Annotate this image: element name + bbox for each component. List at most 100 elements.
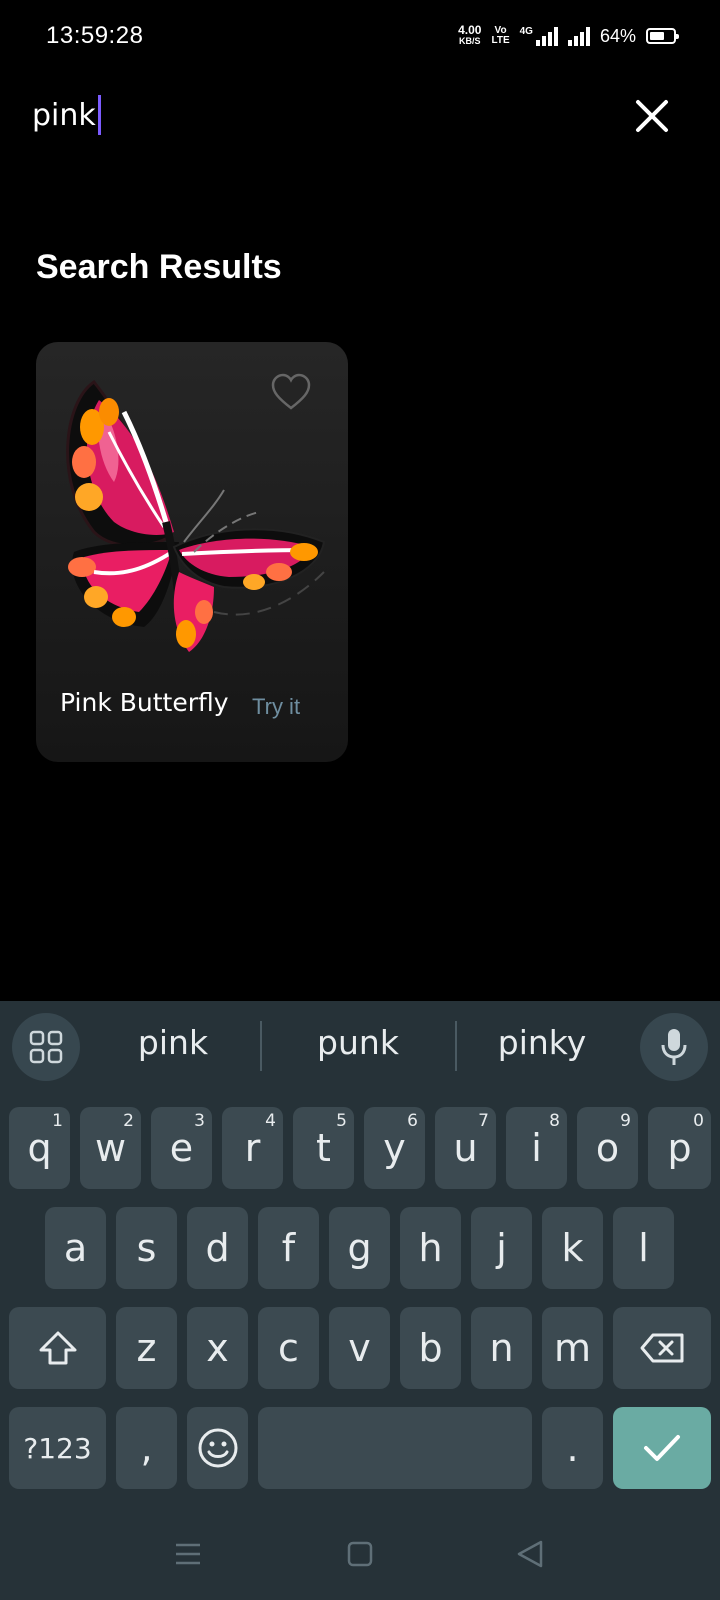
key-label: e	[169, 1126, 194, 1170]
volte-bottom: LTE	[491, 35, 510, 46]
keyboard-menu-button[interactable]	[12, 1013, 80, 1081]
shift-icon	[39, 1331, 76, 1365]
battery-icon	[646, 28, 679, 44]
key-hint: 6	[407, 1111, 418, 1131]
pink-butterfly-image	[66, 379, 326, 652]
key-i[interactable]: i8	[506, 1107, 567, 1189]
on-screen-keyboard: pink punk pinky q1 w2 e3 r4 t5 y6 u7 i8 …	[0, 1001, 720, 1600]
key-hint: 0	[693, 1111, 704, 1131]
key-d[interactable]: d	[187, 1207, 248, 1289]
key-k[interactable]: k	[542, 1207, 603, 1289]
search-results-title: Search Results	[36, 248, 282, 286]
search-bar: pink	[0, 80, 720, 152]
key-r[interactable]: r4	[222, 1107, 283, 1189]
key-a[interactable]: a	[45, 1207, 106, 1289]
key-hint: 7	[478, 1111, 489, 1131]
search-query: pink	[32, 97, 96, 133]
key-label: t	[316, 1126, 331, 1170]
system-navigation-bar	[0, 1504, 720, 1600]
period-key[interactable]: .	[542, 1407, 603, 1489]
key-label: u	[453, 1126, 478, 1170]
network-type: 4G	[519, 26, 533, 37]
menu-icon	[176, 1543, 200, 1565]
key-hint: 9	[620, 1111, 631, 1131]
back-nav-button[interactable]	[508, 1532, 552, 1576]
key-p[interactable]: p0	[648, 1107, 711, 1189]
shift-key[interactable]	[9, 1307, 106, 1389]
comma-key[interactable]: ,	[116, 1407, 177, 1489]
emoji-key[interactable]	[187, 1407, 248, 1489]
status-bar: 13:59:28 4.00 KB/S Vo LTE 4G 64%	[0, 0, 720, 72]
key-hint: 8	[549, 1111, 560, 1131]
key-z[interactable]: z	[116, 1307, 177, 1389]
volte-icon: Vo LTE	[491, 26, 509, 46]
key-b[interactable]: b	[400, 1307, 461, 1389]
battery-fill	[650, 32, 664, 40]
key-o[interactable]: o9	[577, 1107, 638, 1189]
suggestion-pink[interactable]: pink	[98, 1023, 248, 1062]
key-label: i	[531, 1126, 542, 1170]
key-g[interactable]: g	[329, 1207, 390, 1289]
key-label: w	[94, 1126, 127, 1170]
suggestion-strip: pink punk pinky	[0, 1001, 720, 1093]
checkmark-icon	[644, 1435, 680, 1461]
key-label: r	[244, 1126, 261, 1170]
key-hint: 3	[194, 1111, 205, 1131]
key-f[interactable]: f	[258, 1207, 319, 1289]
key-label: p	[667, 1126, 692, 1170]
key-q[interactable]: q1	[9, 1107, 70, 1189]
key-hint: 4	[265, 1111, 276, 1131]
key-h[interactable]: h	[400, 1207, 461, 1289]
signal-4g-icon: 4G	[520, 26, 558, 46]
key-e[interactable]: e3	[151, 1107, 212, 1189]
butterfly-illustration	[66, 379, 326, 652]
close-icon	[636, 100, 668, 132]
try-it-link[interactable]: Try it	[252, 694, 300, 720]
key-u[interactable]: u7	[435, 1107, 496, 1189]
key-x[interactable]: x	[187, 1307, 248, 1389]
key-l[interactable]: l	[613, 1207, 674, 1289]
home-nav-button[interactable]	[338, 1532, 382, 1576]
suggestion-divider	[455, 1021, 457, 1071]
search-input[interactable]: pink	[32, 90, 572, 140]
backspace-icon	[640, 1333, 684, 1363]
key-label: o	[595, 1126, 620, 1170]
key-s[interactable]: s	[116, 1207, 177, 1289]
emoji-icon	[198, 1428, 237, 1468]
key-v[interactable]: v	[329, 1307, 390, 1389]
key-y[interactable]: y6	[364, 1107, 425, 1189]
voice-input-button[interactable]	[640, 1013, 708, 1081]
done-key[interactable]	[613, 1407, 711, 1489]
key-hint: 5	[336, 1111, 347, 1131]
key-label: q	[27, 1126, 52, 1170]
space-key[interactable]	[258, 1407, 532, 1489]
result-name: Pink Butterfly	[60, 688, 229, 717]
key-t[interactable]: t5	[293, 1107, 354, 1189]
network-speed-unit: KB/S	[459, 36, 481, 46]
back-triangle-icon	[517, 1540, 543, 1568]
favorite-button[interactable]	[270, 372, 312, 414]
key-n[interactable]: n	[471, 1307, 532, 1389]
result-card-pink-butterfly[interactable]: Pink Butterfly Try it	[36, 342, 348, 762]
text-cursor	[97, 95, 101, 135]
status-icons: 4.00 KB/S Vo LTE 4G 64%	[458, 20, 679, 52]
suggestion-divider	[260, 1021, 262, 1071]
key-m[interactable]: m	[542, 1307, 603, 1389]
key-j[interactable]: j	[471, 1207, 532, 1289]
key-c[interactable]: c	[258, 1307, 319, 1389]
key-hint: 1	[52, 1111, 63, 1131]
microphone-icon	[661, 1029, 687, 1065]
key-w[interactable]: w2	[80, 1107, 141, 1189]
status-clock: 13:59:28	[46, 22, 144, 49]
network-speed-value: 4.00	[458, 23, 482, 37]
menu-nav-button[interactable]	[166, 1532, 210, 1576]
signal-icon	[567, 26, 590, 46]
key-label: y	[383, 1126, 406, 1170]
backspace-key[interactable]	[613, 1307, 711, 1389]
suggestion-punk[interactable]: punk	[283, 1023, 433, 1062]
battery-percent: 64%	[599, 25, 636, 46]
close-search-button[interactable]	[624, 88, 680, 144]
suggestion-pinky[interactable]: pinky	[467, 1023, 617, 1062]
symbols-key[interactable]: ?123	[9, 1407, 106, 1489]
apps-grid-icon	[29, 1030, 63, 1064]
